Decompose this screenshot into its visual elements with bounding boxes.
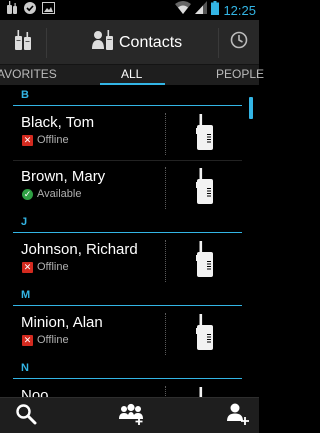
contacts-radio-icon [92,29,114,56]
call-radio-button[interactable] [185,161,225,215]
add-contact-button[interactable] [218,398,258,433]
action-bar: Contacts [0,20,259,65]
search-icon [15,403,37,430]
add-contact-icon [226,403,250,430]
radio-app-icon [6,0,18,20]
home-button[interactable] [0,20,46,65]
search-button[interactable] [6,398,46,433]
status-text: Available [37,188,82,200]
scrollbar[interactable] [249,97,253,119]
section-header: N [0,359,259,379]
status-text: Offline [37,334,69,346]
contact-status: ✓ Available [22,188,81,200]
add-group-button[interactable] [112,398,152,433]
contact-row[interactable]: Brown, Mary ✓ Available [0,161,259,215]
offline-icon: ✕ [22,334,33,346]
contact-status: ✕ Offline [22,334,69,346]
tab-strip: AVORITES ALL PEOPLE [0,65,264,85]
radio-app-icon [14,29,32,56]
walkie-talkie-icon [196,240,214,282]
section-letter: J [21,216,28,228]
section-letter: N [21,362,29,374]
section-header: B [0,86,259,106]
section-header: M [0,286,259,306]
status-bar: 12:25 [0,0,259,20]
section-header: J [0,213,259,233]
call-radio-button[interactable] [185,307,225,361]
contact-name: Brown, Mary [21,168,106,185]
row-separator [165,167,166,209]
call-radio-button[interactable] [185,234,225,288]
status-text: Offline [37,261,69,273]
history-button[interactable] [219,20,259,65]
wifi-icon [175,1,192,19]
call-radio-button[interactable] [185,380,225,397]
row-separator [165,313,166,355]
offline-icon: ✕ [22,261,33,273]
tab-people[interactable]: PEOPLE [216,65,264,83]
row-separator [165,113,166,155]
contact-list[interactable]: B Black, Tom ✕ Offline Brown, Mary ✓ Ava… [0,86,259,397]
tab-active-indicator [100,83,165,85]
contact-name: Johnson, Richard [21,241,138,258]
walkie-talkie-icon [196,313,214,355]
contact-name: Black, Tom [21,114,95,131]
contact-row[interactable]: Johnson, Richard ✕ Offline [0,234,259,288]
picture-icon [42,1,55,19]
offline-icon: ✕ [22,134,33,146]
add-group-icon [118,403,146,430]
bottom-bar [0,397,259,433]
status-text: Offline [37,134,69,146]
call-radio-button[interactable] [185,107,225,161]
available-icon: ✓ [22,188,33,200]
section-letter: B [21,89,29,101]
contact-status: ✕ Offline [22,261,69,273]
section-divider [13,378,242,379]
clock-time: 12:25 [223,2,256,18]
section-letter: M [21,289,31,301]
walkie-talkie-icon [196,113,214,155]
contact-row[interactable]: Black, Tom ✕ Offline [0,107,259,161]
section-divider [13,105,242,106]
page-title-text: Contacts [119,33,183,51]
tab-all[interactable]: ALL [121,65,142,83]
contact-name: Noo [21,387,49,397]
tab-favorites[interactable]: AVORITES [0,65,57,83]
row-separator [165,240,166,282]
row-separator [165,386,166,397]
clock-icon [230,31,248,54]
section-divider [13,232,242,233]
page-title: Contacts [92,20,182,65]
contact-name: Minion, Alan [21,314,103,331]
contact-row[interactable]: Noo [0,380,259,397]
contact-row[interactable]: Minion, Alan ✕ Offline [0,307,259,361]
section-divider [13,305,242,306]
contact-status: ✕ Offline [22,134,69,146]
walkie-talkie-icon [196,386,214,397]
battery-icon [211,0,220,20]
walkie-talkie-icon [196,167,214,209]
action-bar-divider [46,28,47,58]
signal-icon [195,1,208,19]
check-circle-icon [24,1,36,19]
